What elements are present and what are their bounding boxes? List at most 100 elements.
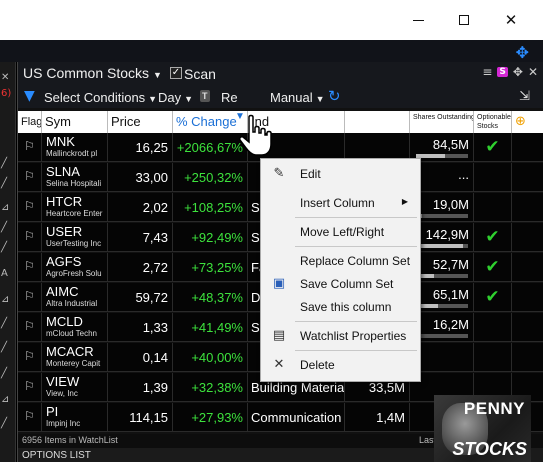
draw-tool-icon[interactable]: ⊿: [1, 394, 14, 405]
minimize-button[interactable]: [395, 0, 441, 40]
filter-icon[interactable]: ▼: [24, 88, 35, 104]
menu-item-watchlist-properties[interactable]: ▤ Watchlist Properties: [261, 325, 420, 347]
left-toolbar-mark: 6): [1, 88, 12, 99]
flag-icon[interactable]: ⚐: [18, 253, 42, 282]
close-icon[interactable]: ✕: [528, 65, 538, 79]
menu-item-edit[interactable]: ✎ Edit: [261, 163, 420, 185]
flag-icon[interactable]: ⚐: [18, 373, 42, 402]
column-header-price[interactable]: Price: [108, 111, 173, 133]
flag-icon[interactable]: ⚐: [18, 133, 42, 162]
symbol-cell: MNK Mallinckrodt pl: [42, 133, 108, 162]
menu-item-insert-column[interactable]: Insert Column ▶: [261, 192, 420, 214]
save-icon: ▣: [272, 276, 286, 291]
menu-item-move-left-right[interactable]: Move Left/Right: [261, 221, 420, 243]
maximize-icon: [459, 15, 469, 25]
menu-item-delete[interactable]: ✕ Delete: [261, 354, 420, 376]
ticker: HTCR: [46, 194, 83, 209]
chevron-down-icon: ▼: [148, 94, 158, 104]
menu-separator: [295, 246, 417, 247]
price-cell: 1,33: [108, 313, 173, 342]
line-tool-icon[interactable]: ╱: [1, 342, 14, 353]
draw-tool-icon[interactable]: ⊿: [1, 202, 14, 213]
menu-item-label: Replace Column Set: [300, 254, 411, 268]
column-header-sym[interactable]: Sym: [42, 111, 108, 133]
company-name: Altra Industrial: [46, 299, 98, 308]
optionable-cell: [474, 193, 512, 222]
maximize-button[interactable]: [441, 0, 487, 40]
menu-separator: [295, 217, 417, 218]
text-tool-icon[interactable]: A: [1, 268, 14, 279]
manual-dropdown[interactable]: Manual ▼: [270, 90, 325, 105]
t-badge[interactable]: T: [200, 90, 210, 102]
flag-icon[interactable]: ⚐: [18, 313, 42, 342]
line-tool-icon[interactable]: ╱: [1, 242, 14, 253]
s-badge[interactable]: S: [497, 67, 508, 77]
ticker: USER: [46, 224, 83, 239]
change-cell: +250,32%: [173, 163, 248, 192]
symbol-cell: VIEW View, Inc: [42, 373, 108, 402]
panel-toolbar: ▼ Select Conditions ▼ Day ▼ T Re Manual ▼ ↻…: [18, 84, 543, 108]
optionable-cell: ✔: [474, 253, 512, 282]
check-icon: ✔: [485, 227, 500, 247]
column-header-mcap[interactable]: [345, 111, 410, 133]
panel-header: US Common Stocks ▼ ✓ Scan ≡ S ✥ ✕: [18, 62, 543, 84]
price-cell: 7,43: [108, 223, 173, 252]
column-header-flag[interactable]: Flag: [18, 111, 42, 133]
menu-item-replace-column-set[interactable]: Replace Column Set: [261, 250, 420, 272]
menu-item-label: Watchlist Properties: [300, 329, 407, 343]
add-column-icon[interactable]: ⊕: [512, 111, 543, 133]
symbol-cell: PI Impinj Inc: [42, 403, 108, 432]
close-window-button[interactable]: ✕: [488, 0, 534, 40]
company-name: AgroFresh Solu: [46, 269, 102, 278]
watchlist-title-dropdown[interactable]: US Common Stocks ▼: [23, 65, 162, 81]
scan-checkbox[interactable]: ✓: [170, 67, 182, 79]
flag-icon[interactable]: ⚐: [18, 403, 42, 432]
close-icon: ✕: [504, 11, 518, 29]
menu-icon[interactable]: ≡: [482, 65, 492, 79]
refresh-icon[interactable]: ↻: [328, 87, 341, 105]
line-tool-icon[interactable]: ╱: [1, 222, 14, 233]
flag-icon[interactable]: ⚐: [18, 193, 42, 222]
company-name: Heartcore Enter: [46, 209, 103, 218]
line-tool-icon[interactable]: ╱: [1, 318, 14, 329]
period-dropdown[interactable]: Day ▼: [158, 90, 193, 105]
flag-icon[interactable]: ⚐: [18, 343, 42, 372]
refresh-label[interactable]: Re: [221, 90, 238, 105]
move-icon[interactable]: ✥: [513, 65, 523, 79]
menu-item-save-column-set[interactable]: ▣ Save Column Set: [261, 273, 420, 295]
shares-bar: [416, 214, 468, 218]
select-conditions-dropdown[interactable]: Select Conditions ▼: [44, 90, 157, 105]
draw-tool-icon[interactable]: ⊿: [1, 294, 14, 305]
pin-icon[interactable]: ⇲: [519, 89, 530, 104]
penny-stocks-promo[interactable]: PENNY STOCKS: [434, 395, 531, 462]
flag-icon[interactable]: ⚐: [18, 223, 42, 252]
line-tool-icon[interactable]: ╱: [1, 368, 14, 379]
company-name: Monterey Capit: [46, 359, 101, 368]
pencil-icon[interactable]: ╱: [1, 158, 14, 169]
column-header-optionable[interactable]: Optionable Stocks: [474, 111, 512, 133]
flag-icon[interactable]: ⚐: [18, 163, 42, 192]
ticker: MNK: [46, 134, 75, 149]
change-cell: +32,38%: [173, 373, 248, 402]
scan-label: Scan: [184, 66, 216, 82]
shares-bar: [416, 154, 468, 158]
item-count: 6956 Items in WatchList: [22, 435, 118, 445]
line-tool-icon[interactable]: ╱: [1, 418, 14, 429]
optionable-cell: [474, 343, 512, 372]
edit-icon: ✎: [273, 166, 285, 181]
extra-cell: [512, 283, 543, 312]
move-icon[interactable]: ✥: [516, 43, 529, 62]
line-tool-icon[interactable]: ╱: [1, 178, 14, 189]
minimize-icon: [412, 19, 424, 21]
extra-cell: [512, 193, 543, 222]
optionable-cell: ✔: [474, 283, 512, 312]
context-menu: ✎ Edit Insert Column ▶ Move Left/Right Rep…: [260, 158, 421, 382]
menu-separator: [295, 350, 417, 351]
flag-icon[interactable]: ⚐: [18, 283, 42, 312]
menu-item-save-this-column[interactable]: Save this column: [261, 296, 420, 318]
change-cell: +27,93%: [173, 403, 248, 432]
shares-value: 16,2M: [432, 317, 469, 332]
column-header-shares[interactable]: Shares Outstanding: [410, 111, 474, 133]
promo-line-2: STOCKS: [452, 439, 527, 459]
price-cell: 114,15: [108, 403, 173, 432]
